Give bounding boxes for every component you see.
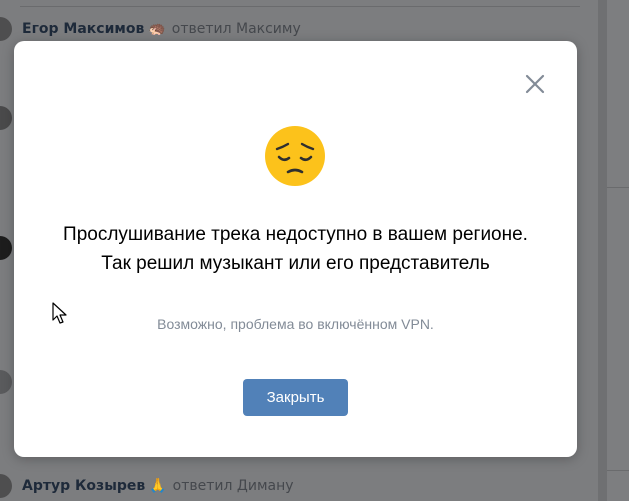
author-emoji-icon: 🦔 [148, 21, 166, 37]
comment-author[interactable]: Артур Козырев [22, 478, 145, 494]
avatar [0, 17, 12, 41]
author-emoji-icon: 🙏 [149, 478, 167, 494]
sidebar-divider [607, 187, 629, 188]
dialog-hint: Возможно, проблема во включённом VPN. [157, 316, 434, 332]
sidebar-background [607, 0, 629, 501]
avatar [0, 474, 12, 498]
comment-header: Егор Максимов 🦔 ответил Максиму [0, 17, 301, 41]
close-button[interactable]: Закрыть [243, 379, 348, 416]
close-icon[interactable] [521, 70, 549, 98]
comment-author[interactable]: Егор Максимов [22, 21, 144, 37]
dialog-title: Прослушивание трека недоступно в вашем р… [63, 224, 528, 274]
pensive-face-icon [263, 124, 327, 188]
reply-text[interactable]: ответил Диману [173, 478, 294, 494]
comment-header: Артур Козырев 🙏 ответил Диману [0, 474, 294, 498]
region-unavailable-dialog: Прослушивание трека недоступно в вашем р… [14, 41, 577, 457]
mouse-cursor-icon [52, 302, 68, 326]
sidebar-divider [607, 470, 629, 471]
feed-divider [20, 6, 580, 7]
reply-text[interactable]: ответил Максиму [172, 21, 301, 37]
